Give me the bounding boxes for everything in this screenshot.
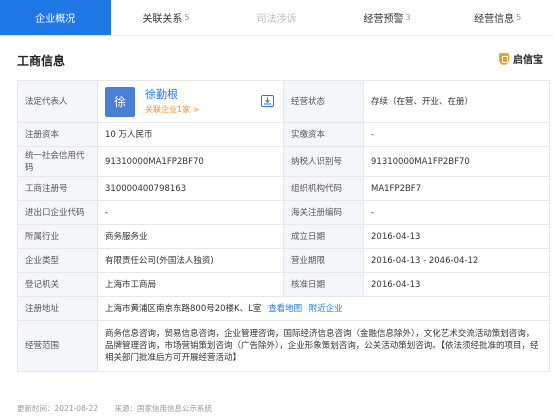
row-label: 实缴资本	[283, 122, 364, 147]
row-label: 工商注册号	[17, 176, 98, 201]
row-value: 91310000MA1FP2BF70	[97, 146, 284, 177]
status-label: 经营状态	[283, 80, 364, 123]
qixinbao-logo-icon	[499, 52, 509, 65]
row-value: -	[363, 122, 550, 147]
section-title: 工商信息	[17, 54, 66, 68]
row-label: 企业类型	[17, 248, 98, 273]
tab-operation-warning[interactable]: 经营预警 3	[332, 0, 443, 35]
tab-label: 企业概况	[35, 14, 76, 25]
table-row: 所属行业 商务服务业 成立日期 2016-04-13	[17, 224, 550, 249]
table-row: 法定代表人 徐 徐勤根 关联企业1家 > 经营状态 存续（在营、开业、在册）	[17, 80, 550, 123]
tab-count: 5	[184, 13, 190, 22]
row-value: 上海市工商局	[97, 272, 284, 297]
table-row: 注册地址 上海市黄浦区南京东路800号20楼K、L室 查看地图 附近企业	[17, 296, 550, 321]
download-button[interactable]	[261, 95, 274, 107]
section-header: 工商信息 启信宝	[17, 48, 543, 70]
update-time: 更新时间：2021-08-22	[17, 404, 99, 413]
address-cell: 上海市黄浦区南京东路800号20楼K、L室 查看地图 附近企业	[97, 296, 550, 321]
status-value: 存续（在营、开业、在册）	[363, 80, 550, 123]
legal-rep-name-link[interactable]: 徐勤根	[145, 88, 199, 102]
row-value: -	[363, 200, 550, 225]
tab-judicial: 司法涉诉	[221, 0, 332, 35]
tab-company-overview[interactable]: 企业概况	[0, 0, 111, 35]
tab-operation-info[interactable]: 经营信息 5	[442, 0, 553, 35]
view-map-link[interactable]: 查看地图	[268, 304, 302, 314]
row-label: 统一社会信用代码	[17, 146, 98, 177]
tab-count: 5	[516, 13, 522, 22]
row-value: 310000400798163	[97, 176, 284, 201]
download-icon	[264, 97, 271, 105]
row-value: 2016-04-13	[363, 224, 550, 249]
business-info-table: 法定代表人 徐 徐勤根 关联企业1家 > 经营状态 存续（在营、开业、在册） 注…	[17, 80, 550, 372]
row-value: 2016-04-13 - 2046-04-12	[363, 248, 550, 273]
data-source: 来源：国家信用信息公示系统	[114, 404, 212, 413]
tab-label: 经营预警	[363, 14, 404, 25]
tab-label: 经营信息	[474, 14, 515, 25]
row-value: 商务服务业	[97, 224, 284, 249]
scope-value: 商务信息咨询，贸易信息咨询，企业管理咨询，国际经济信息咨询（金融信息除外），文化…	[97, 320, 550, 372]
row-label: 纳税人识别号	[283, 146, 364, 177]
nearby-companies-link[interactable]: 附近企业	[309, 304, 343, 314]
row-label: 核准日期	[283, 272, 364, 297]
row-value: 2016-04-13	[363, 272, 550, 297]
table-row: 登记机关 上海市工商局 核准日期 2016-04-13	[17, 272, 550, 297]
row-value: 91310000MA1FP2BF70	[363, 146, 550, 177]
table-row: 注册资本 10 万人民币 实缴资本 -	[17, 122, 550, 147]
avatar: 徐	[105, 86, 135, 117]
tab-label: 关联关系	[142, 14, 183, 25]
tab-related[interactable]: 关联关系 5	[111, 0, 222, 35]
row-label: 组织机构代码	[283, 176, 364, 201]
brand-name: 启信宝	[513, 55, 543, 66]
tab-label: 司法涉诉	[256, 14, 297, 25]
row-label: 注册资本	[17, 122, 98, 147]
row-label: 营业期限	[283, 248, 364, 273]
tab-count: 3	[405, 13, 411, 22]
related-companies-link[interactable]: 关联企业1家 >	[145, 104, 199, 116]
row-value: MA1FP2BF7	[363, 176, 550, 201]
scope-label: 经营范围	[17, 320, 98, 372]
brand[interactable]: 启信宝	[499, 51, 543, 66]
row-label: 登记机关	[17, 272, 98, 297]
address-label: 注册地址	[17, 296, 98, 321]
table-row: 工商注册号 310000400798163 组织机构代码 MA1FP2BF7	[17, 176, 550, 201]
row-value: -	[97, 200, 284, 225]
row-label: 所属行业	[17, 224, 98, 249]
row-label: 海关注册编码	[283, 200, 364, 225]
table-row: 经营范围 商务信息咨询，贸易信息咨询，企业管理咨询，国际经济信息咨询（金融信息除…	[17, 320, 550, 372]
row-label: 成立日期	[283, 224, 364, 249]
row-label: 进出口企业代码	[17, 200, 98, 225]
address-value: 上海市黄浦区南京东路800号20楼K、L室	[105, 303, 262, 314]
table-row: 进出口企业代码 - 海关注册编码 -	[17, 200, 550, 225]
table-row: 企业类型 有限责任公司(外国法人独资) 营业期限 2016-04-13 - 20…	[17, 248, 550, 273]
legal-rep-cell: 徐 徐勤根 关联企业1家 >	[97, 80, 284, 123]
table-row: 统一社会信用代码 91310000MA1FP2BF70 纳税人识别号 91310…	[17, 146, 550, 177]
legal-rep-label: 法定代表人	[17, 80, 98, 123]
row-value: 10 万人民币	[97, 122, 284, 147]
row-value: 有限责任公司(外国法人独资)	[97, 248, 284, 273]
tab-bar: 企业概况 关联关系 5 司法涉诉 经营预警 3 经营信息 5	[0, 0, 553, 36]
footer: 更新时间：2021-08-22 来源：国家信用信息公示系统	[17, 403, 212, 414]
